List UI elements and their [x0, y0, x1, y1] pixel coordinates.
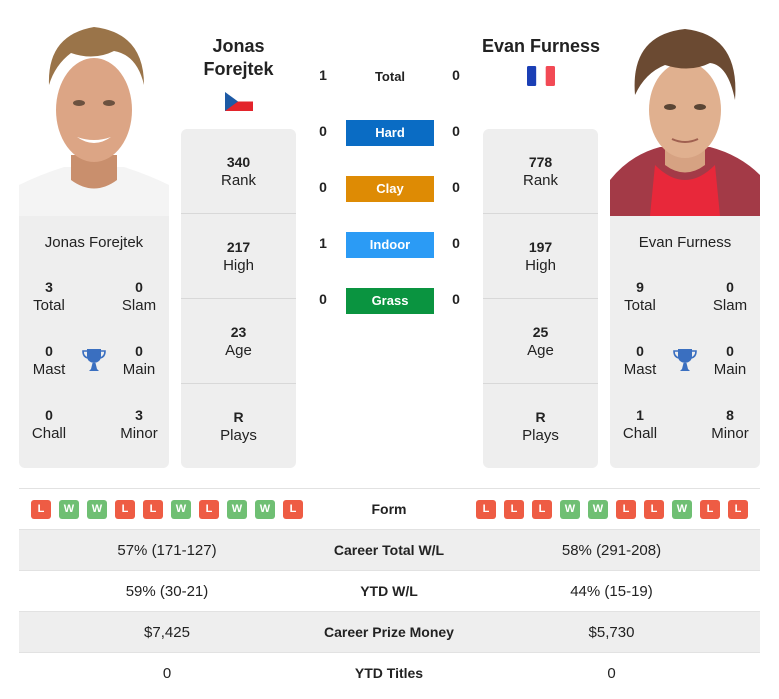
player2-stats-panel: 778 Rank 197 High 25 Age R Plays	[483, 129, 598, 468]
form-badge-loss: L	[644, 500, 664, 519]
h2h-clay-p2: 0	[452, 179, 460, 195]
player1-stats-panel: 340 Rank 217 High 23 Age R Plays	[181, 129, 296, 468]
player2-titles-card: Evan Furness 9 Total 0 Slam 0 Mast 0 Mai…	[610, 216, 760, 468]
player2-highest-rank: 197 High	[525, 239, 556, 274]
h2h-indoor-badge[interactable]: Indoor	[346, 232, 434, 258]
player2-career-wl: 58% (291-208)	[561, 542, 662, 559]
player2-plays: R Plays	[522, 409, 559, 444]
player2-photo	[610, 15, 760, 216]
player1-rank: 340 Rank	[220, 154, 257, 189]
player1-slam-titles: 0 Slam	[121, 279, 157, 314]
trophy-icon	[81, 347, 107, 373]
player2-form-badges: L L L W W L L W L L	[476, 500, 748, 519]
ytd-titles-label: YTD Titles	[354, 665, 424, 681]
form-badge-loss: L	[532, 500, 552, 519]
player1-minor-titles: 3 Minor	[120, 407, 158, 442]
player1-plays: R Plays	[220, 409, 257, 444]
player1-challenger-titles: 0 Chall	[31, 407, 67, 442]
h2h-indoor-p1: 1	[319, 235, 327, 251]
h2h-clay-p1: 0	[319, 179, 327, 195]
player2-name-heading[interactable]: Evan Furness	[470, 35, 612, 58]
ytd-wl-label: YTD W/L	[360, 583, 418, 599]
form-badge-loss: L	[31, 500, 51, 519]
player2-slam-titles: 0 Slam	[712, 279, 748, 314]
h2h-hard-badge[interactable]: Hard	[346, 120, 434, 146]
form-badge-loss: L	[728, 500, 748, 519]
h2h-indoor-p2: 0	[452, 235, 460, 251]
career-wl-label: Career Total W/L	[333, 542, 445, 558]
player2-minor-titles: 8 Minor	[711, 407, 749, 442]
player1-total-titles: 3 Total	[33, 279, 65, 314]
form-badge-loss: L	[616, 500, 636, 519]
career-wl-row: 57% (171-127) Career Total W/L 58% (291-…	[19, 530, 760, 571]
player1-masters-titles: 0 Mast	[32, 343, 66, 378]
h2h-total-p2: 0	[452, 67, 460, 83]
form-badge-loss: L	[115, 500, 135, 519]
player1-main-titles: 0 Main	[122, 343, 156, 378]
france-flag-icon	[527, 66, 555, 86]
player1-name-heading[interactable]: Jonas Forejtek	[181, 35, 296, 81]
player1-ytd-titles: 0	[162, 665, 172, 682]
player1-titles-card: Jonas Forejtek 3 Total 0 Slam 0 Mast 0 M…	[19, 216, 169, 468]
form-badge-loss: L	[700, 500, 720, 519]
player2-challenger-titles: 1 Chall	[622, 407, 658, 442]
trophy-icon	[672, 347, 698, 373]
h2h-grass-p1: 0	[319, 291, 327, 307]
player1-career-wl: 57% (171-127)	[117, 542, 217, 559]
czech-republic-flag-icon	[225, 92, 253, 111]
ytd-wl-row: 59% (30-21) YTD W/L 44% (15-19)	[19, 571, 760, 612]
h2h-hard-p2: 0	[452, 123, 460, 139]
player1-ytd-wl: 59% (30-21)	[125, 583, 209, 600]
form-badge-win: W	[227, 500, 247, 519]
form-badge-win: W	[672, 500, 692, 519]
prize-money-label: Career Prize Money	[324, 624, 454, 640]
player1-form-badges: L W W L L W L W W L	[31, 500, 303, 519]
player2-total-titles: 9 Total	[624, 279, 656, 314]
player1-prize-money: $7,425	[144, 624, 190, 641]
form-badge-loss: L	[283, 500, 303, 519]
form-badge-loss: L	[476, 500, 496, 519]
player2-masters-titles: 0 Mast	[623, 343, 657, 378]
player1-name-line1: Jonas	[212, 36, 265, 56]
player2-ytd-wl: 44% (15-19)	[570, 583, 653, 600]
h2h-hard-p1: 0	[319, 123, 327, 139]
h2h-total-p1: 1	[319, 67, 327, 83]
form-badge-win: W	[171, 500, 191, 519]
form-badge-win: W	[59, 500, 79, 519]
player2-main-titles: 0 Main	[713, 343, 747, 378]
player2-ytd-titles: 0	[607, 665, 616, 682]
form-badge-loss: L	[199, 500, 219, 519]
form-badge-win: W	[560, 500, 580, 519]
ytd-titles-row: 0 YTD Titles 0	[19, 653, 760, 694]
prize-money-row: $7,425 Career Prize Money $5,730	[19, 612, 760, 653]
player1-age: 23 Age	[225, 324, 252, 359]
form-label: Form	[371, 501, 407, 517]
player2-card-name[interactable]: Evan Furness	[610, 234, 760, 251]
player1-name-line2: Forejtek	[203, 59, 274, 79]
h2h-total-label: Total	[374, 69, 406, 84]
player1-card-name[interactable]: Jonas Forejtek	[19, 234, 169, 251]
player2-prize-money: $5,730	[588, 624, 635, 641]
form-badge-loss: L	[504, 500, 524, 519]
h2h-grass-p2: 0	[452, 291, 460, 307]
player1-highest-rank: 217 High	[223, 239, 254, 274]
form-badge-win: W	[588, 500, 608, 519]
player1-photo	[19, 15, 169, 216]
player2-age: 25 Age	[527, 324, 554, 359]
h2h-clay-badge[interactable]: Clay	[346, 176, 434, 202]
h2h-grass-badge[interactable]: Grass	[346, 288, 434, 314]
form-badge-win: W	[87, 500, 107, 519]
form-badge-loss: L	[143, 500, 163, 519]
form-badge-win: W	[255, 500, 275, 519]
player2-rank: 778 Rank	[522, 154, 559, 189]
